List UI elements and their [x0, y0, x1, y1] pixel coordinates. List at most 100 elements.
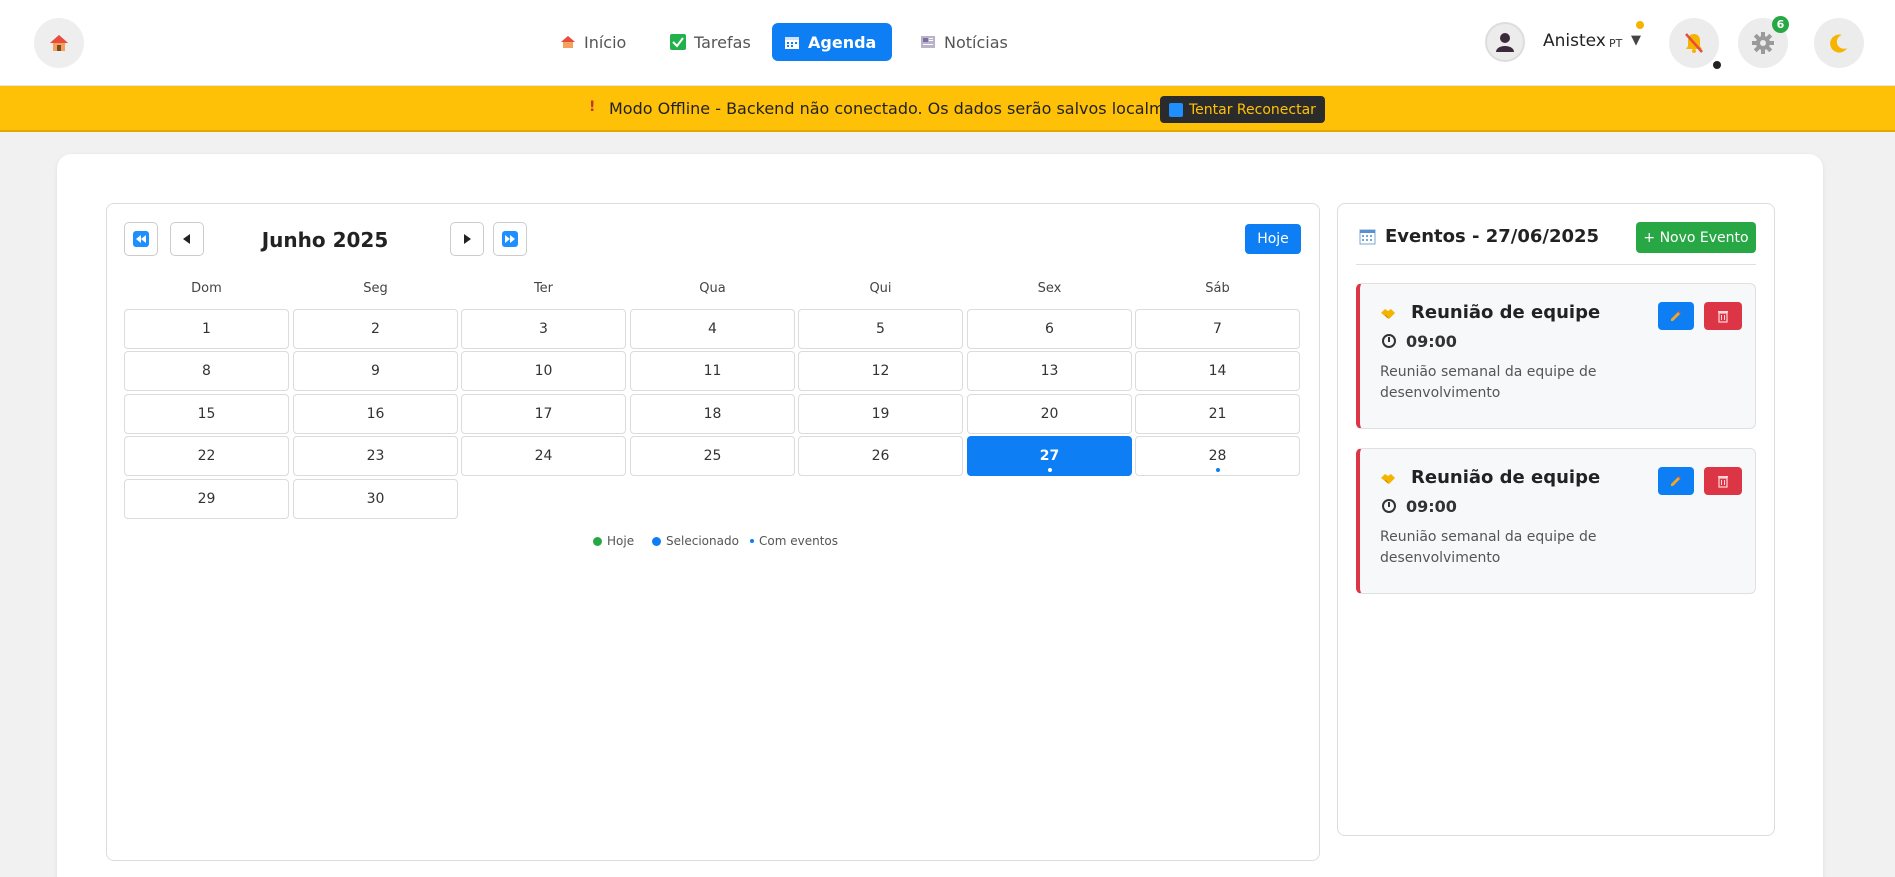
status-dot	[1636, 21, 1644, 29]
calendar-icon	[784, 34, 800, 50]
weekday-label: Seg	[363, 281, 388, 296]
gear-icon	[1752, 32, 1774, 54]
calendar-day[interactable]: 12	[798, 351, 963, 391]
newspaper-icon	[920, 34, 936, 50]
user-name[interactable]: Anistex	[1543, 31, 1606, 51]
legend-label: Com eventos	[759, 534, 838, 548]
next-month-button[interactable]	[450, 222, 484, 256]
new-event-button[interactable]: + Novo Evento	[1636, 222, 1756, 253]
settings-badge: 6	[1772, 16, 1789, 33]
calendar-day[interactable]: 11	[630, 351, 795, 391]
event-card[interactable]: Reunião de equipe 09:00 Reunião semanal …	[1356, 448, 1756, 594]
calendar-icon	[1359, 229, 1376, 245]
double-chevron-right-icon	[502, 231, 518, 247]
calendar-day[interactable]: 30	[293, 479, 458, 519]
event-description: Reunião semanal da equipe de desenvolvim…	[1380, 529, 1597, 566]
event-time: 09:00	[1406, 497, 1457, 516]
nav-label: Início	[584, 32, 627, 52]
previous-month-button[interactable]	[170, 222, 204, 256]
calendar-day[interactable]: 19	[798, 394, 963, 434]
notifications-button[interactable]	[1669, 18, 1719, 68]
legend-dot	[593, 536, 602, 546]
calendar-day[interactable]: 15	[124, 394, 289, 434]
bell-off-icon	[1685, 33, 1703, 53]
calendar-day[interactable]: 8	[124, 351, 289, 391]
calendar-day[interactable]: 24	[461, 436, 626, 476]
top-header: Início Tarefas Agenda Notícias Anistex P…	[0, 0, 1895, 86]
calendar-day[interactable]: 29	[124, 479, 289, 519]
weekday-label: Ter	[533, 281, 554, 296]
chevron-left-icon	[183, 234, 190, 244]
nav-noticias[interactable]: Notícias	[908, 23, 1020, 61]
nav-inicio[interactable]: Início	[548, 23, 638, 61]
calendar-day[interactable]: 5	[798, 309, 963, 349]
weekday-label: Sex	[1037, 281, 1062, 296]
calendar-day[interactable]: 2	[293, 309, 458, 349]
avatar[interactable]	[1485, 22, 1525, 62]
weekday-label: Dom	[191, 281, 222, 296]
day-number: 28	[1208, 448, 1227, 464]
checkbox-icon	[670, 34, 686, 50]
calendar-day[interactable]: 3	[461, 309, 626, 349]
reconnect-button[interactable]: Tentar Reconectar	[1160, 96, 1325, 123]
calendar-day[interactable]: 6	[967, 309, 1132, 349]
event-name: Reunião de equipe	[1411, 467, 1601, 488]
legend-label: Hoje	[607, 534, 635, 548]
calendar-day-selected[interactable]: 27	[967, 436, 1132, 476]
calendar-day[interactable]: 9	[293, 351, 458, 391]
calendar-day[interactable]: 14	[1135, 351, 1300, 391]
calendar-day[interactable]: 4	[630, 309, 795, 349]
weekday-label: Qui	[869, 281, 892, 296]
calendar-day[interactable]: 23	[293, 436, 458, 476]
chevron-right-icon	[464, 234, 471, 244]
calendar-day[interactable]: 10	[461, 351, 626, 391]
edit-event-button[interactable]	[1658, 467, 1694, 495]
pencil-icon	[1671, 476, 1681, 486]
delete-event-button[interactable]	[1704, 302, 1742, 330]
day-number: 27	[1039, 448, 1060, 464]
handshake-icon	[1380, 472, 1396, 490]
clock-icon	[1382, 334, 1396, 348]
offline-message: Modo Offline - Backend não conectado. Os…	[609, 99, 1206, 118]
calendar-day[interactable]: 25	[630, 436, 795, 476]
nav-tarefas[interactable]: Tarefas	[658, 23, 763, 61]
nav-agenda[interactable]: Agenda	[772, 23, 892, 61]
chevron-down-icon[interactable]: ▼	[1631, 33, 1641, 48]
legend-with-events: Com eventos	[750, 534, 838, 548]
weekday-label: Sáb	[1205, 281, 1230, 296]
nav-label: Tarefas	[694, 32, 751, 52]
legend-selected: Selecionado	[652, 534, 739, 548]
language-code: PT	[1609, 37, 1623, 50]
next-year-button[interactable]	[493, 222, 527, 256]
theme-toggle-button[interactable]	[1814, 18, 1864, 68]
legend-dot	[652, 536, 661, 546]
calendar-day[interactable]: 21	[1135, 394, 1300, 434]
calendar-day[interactable]: 20	[967, 394, 1132, 434]
calendar-day[interactable]: 16	[293, 394, 458, 434]
nav-label: Notícias	[944, 32, 1008, 52]
double-chevron-left-icon	[133, 231, 149, 247]
calendar-day[interactable]: 7	[1135, 309, 1300, 349]
edit-event-button[interactable]	[1658, 302, 1694, 330]
legend-label: Selecionado	[666, 534, 739, 548]
moon-icon	[1830, 34, 1847, 53]
calendar-day[interactable]: 18	[630, 394, 795, 434]
trash-icon	[1718, 476, 1728, 488]
calendar-day[interactable]: 28	[1135, 436, 1300, 476]
legend-dot	[750, 539, 754, 543]
delete-event-button[interactable]	[1704, 467, 1742, 495]
previous-year-button[interactable]	[124, 222, 158, 256]
calendar-day[interactable]: 22	[124, 436, 289, 476]
user-icon	[1496, 33, 1514, 52]
warning-icon: !	[589, 99, 596, 115]
house-icon	[560, 34, 576, 50]
event-card[interactable]: Reunião de equipe 09:00 Reunião semanal …	[1356, 283, 1756, 429]
calendar-day[interactable]: 26	[798, 436, 963, 476]
calendar-day[interactable]: 1	[124, 309, 289, 349]
calendar-day[interactable]: 17	[461, 394, 626, 434]
calendar-day[interactable]: 13	[967, 351, 1132, 391]
event-time: 09:00	[1406, 332, 1457, 351]
notification-dot	[1713, 61, 1721, 69]
today-button[interactable]: Hoje	[1245, 224, 1301, 254]
calendar-panel	[106, 203, 1320, 861]
